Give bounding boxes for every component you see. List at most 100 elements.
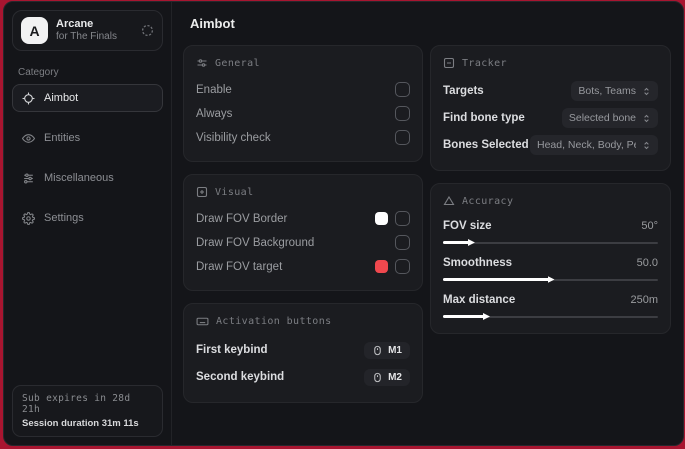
setting-row-fov-border: Draw FOV Border bbox=[196, 207, 410, 230]
setting-label: Enable bbox=[196, 83, 232, 96]
keyboard-icon bbox=[196, 315, 209, 328]
subscription-status: Sub expires in 28d 21h Session duration … bbox=[12, 385, 163, 437]
setting-label: Bones Selected bbox=[443, 139, 529, 151]
select-value: Bots, Teams bbox=[578, 85, 636, 97]
second-keybind-button[interactable]: M2 bbox=[364, 368, 410, 386]
sidebar: A Arcane for The Finals Category Aimbot bbox=[4, 2, 172, 445]
app-window: A Arcane for The Finals Category Aimbot bbox=[3, 1, 684, 446]
general-card: General Enable Always Visibility check bbox=[183, 45, 423, 162]
setting-row-max-distance: Max distance 250m bbox=[443, 290, 658, 321]
smoothness-value: 50.0 bbox=[636, 257, 658, 269]
sidebar-item-label: Aimbot bbox=[44, 92, 79, 104]
slider-thumb[interactable] bbox=[547, 276, 555, 283]
setting-label: Draw FOV Background bbox=[196, 236, 315, 249]
gear-icon bbox=[22, 211, 35, 225]
setting-label: Second keybind bbox=[196, 371, 285, 383]
accuracy-card: Accuracy FOV size 50° Smoothness 50.0 Ma… bbox=[430, 183, 671, 334]
app-subtitle: for The Finals bbox=[56, 31, 117, 43]
visual-card: Visual Draw FOV Border Draw FOV Backgrou… bbox=[183, 174, 423, 291]
mouse-icon bbox=[372, 345, 383, 356]
sidebar-item-label: Settings bbox=[44, 212, 84, 224]
enable-checkbox[interactable] bbox=[395, 82, 410, 97]
setting-row-fov-target: Draw FOV target bbox=[196, 255, 410, 278]
session-duration-text: Session duration 31m 11s bbox=[22, 418, 139, 429]
setting-row-find-bone-type: Find bone type Selected bone bbox=[443, 105, 658, 131]
setting-label: Visibility check bbox=[196, 131, 271, 144]
sync-icon[interactable] bbox=[141, 24, 154, 37]
app-logo: A bbox=[21, 17, 48, 44]
sliders-icon bbox=[196, 57, 208, 69]
setting-row-first-keybind: First keybind M1 bbox=[196, 337, 410, 363]
page-title: Aimbot bbox=[190, 16, 235, 31]
setting-label: FOV size bbox=[443, 220, 492, 232]
crosshair-icon bbox=[22, 92, 35, 105]
fov-target-color-swatch[interactable] bbox=[375, 260, 388, 273]
sidebar-item-aimbot[interactable]: Aimbot bbox=[12, 84, 163, 112]
sidebar-item-settings[interactable]: Settings bbox=[12, 204, 163, 232]
chevron-up-down-icon bbox=[642, 87, 651, 96]
smoothness-slider[interactable] bbox=[443, 275, 658, 284]
image-plus-icon bbox=[196, 186, 208, 198]
setting-row-fov-background: Draw FOV Background bbox=[196, 231, 410, 254]
scan-box-icon bbox=[443, 57, 455, 69]
sidebar-item-miscellaneous[interactable]: Miscellaneous bbox=[12, 164, 163, 192]
fov-size-value: 50° bbox=[641, 220, 658, 232]
sidebar-item-label: Entities bbox=[44, 132, 81, 144]
setting-label: Smoothness bbox=[443, 257, 513, 269]
card-title: Accuracy bbox=[462, 195, 514, 207]
first-keybind-button[interactable]: M1 bbox=[364, 341, 410, 359]
chevron-up-down-icon bbox=[642, 114, 651, 123]
select-value: Selected bone bbox=[568, 112, 636, 124]
setting-row-fov-size: FOV size 50° bbox=[443, 216, 658, 247]
setting-label: Draw FOV Border bbox=[196, 212, 288, 225]
fov-size-slider[interactable] bbox=[443, 238, 658, 247]
app-titles: Arcane for The Finals bbox=[56, 18, 133, 42]
main-content: Aimbot General Enable Always Visibility … bbox=[172, 2, 683, 445]
mouse-icon bbox=[372, 372, 383, 383]
setting-row-enable: Enable bbox=[196, 78, 410, 101]
slider-thumb[interactable] bbox=[483, 313, 490, 320]
bones-selected-select[interactable]: Head, Neck, Body, Pe.. bbox=[530, 135, 658, 155]
sidebar-item-label: Miscellaneous bbox=[44, 172, 114, 184]
visibility-check-checkbox[interactable] bbox=[395, 130, 410, 145]
always-checkbox[interactable] bbox=[395, 106, 410, 121]
triangle-icon bbox=[443, 195, 455, 207]
find-bone-type-select[interactable]: Selected bone bbox=[561, 108, 658, 128]
setting-label: Max distance bbox=[443, 294, 516, 306]
setting-row-always: Always bbox=[196, 102, 410, 125]
max-distance-slider[interactable] bbox=[443, 312, 658, 321]
setting-row-visibility-check: Visibility check bbox=[196, 126, 410, 149]
setting-label: Draw FOV target bbox=[196, 260, 283, 273]
select-value: Head, Neck, Body, Pe.. bbox=[537, 139, 636, 151]
max-distance-value: 250m bbox=[630, 294, 658, 306]
activation-card: Activation buttons First keybind M1 Seco… bbox=[183, 303, 423, 403]
chevron-up-down-icon bbox=[642, 141, 651, 150]
app-header: A Arcane for The Finals bbox=[12, 10, 163, 51]
setting-row-smoothness: Smoothness 50.0 bbox=[443, 253, 658, 284]
setting-label: First keybind bbox=[196, 344, 268, 356]
setting-row-second-keybind: Second keybind M2 bbox=[196, 364, 410, 390]
sub-expiry-text: Sub expires in 28d 21h bbox=[22, 393, 131, 415]
setting-label: Find bone type bbox=[443, 112, 525, 124]
sliders-icon bbox=[22, 172, 35, 185]
setting-label: Always bbox=[196, 107, 233, 120]
fov-target-checkbox[interactable] bbox=[395, 259, 410, 274]
card-title: Tracker bbox=[462, 57, 507, 69]
sidebar-nav: Aimbot Entities Miscellaneous Settings bbox=[4, 84, 171, 232]
setting-row-targets: Targets Bots, Teams bbox=[443, 78, 658, 104]
fov-background-checkbox[interactable] bbox=[395, 235, 410, 250]
sidebar-item-entities[interactable]: Entities bbox=[12, 124, 163, 152]
fov-border-checkbox[interactable] bbox=[395, 211, 410, 226]
category-label: Category bbox=[18, 67, 59, 78]
card-title: Visual bbox=[215, 186, 254, 198]
eye-icon bbox=[22, 132, 35, 145]
fov-border-color-swatch[interactable] bbox=[375, 212, 388, 225]
keybind-value: M2 bbox=[388, 371, 402, 383]
setting-row-bones-selected: Bones Selected Head, Neck, Body, Pe.. bbox=[443, 132, 658, 158]
card-title: Activation buttons bbox=[216, 316, 332, 327]
card-title: General bbox=[215, 57, 260, 69]
keybind-value: M1 bbox=[388, 344, 402, 356]
tracker-card: Tracker Targets Bots, Teams Find bone ty… bbox=[430, 45, 671, 171]
slider-thumb[interactable] bbox=[467, 239, 475, 246]
targets-select[interactable]: Bots, Teams bbox=[571, 81, 658, 101]
